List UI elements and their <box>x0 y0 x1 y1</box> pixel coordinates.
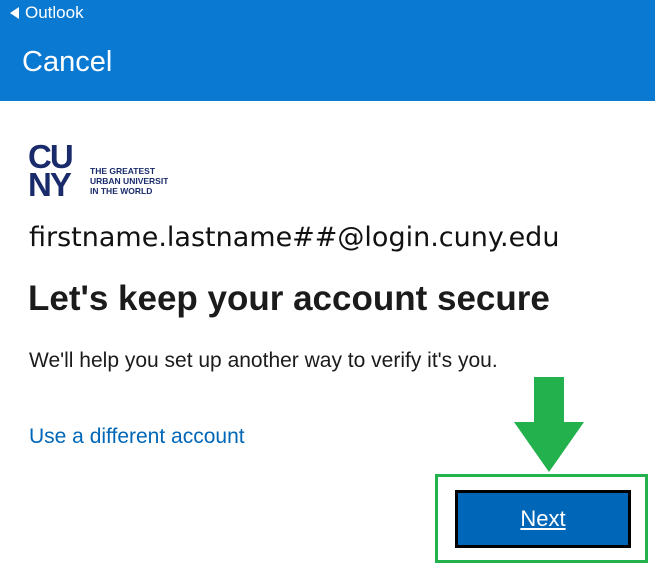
next-button[interactable]: Next <box>455 490 631 548</box>
page-description: We'll help you set up another way to ver… <box>29 349 498 372</box>
cuny-logo: CU NY THE GREATEST URBAN UNIVERSITY IN T… <box>28 140 168 198</box>
logo-tagline-2: URBAN UNIVERSITY <box>90 176 168 186</box>
page-title: Let's keep your account secure <box>28 279 550 318</box>
back-arrow-icon <box>10 7 19 19</box>
use-different-account-link[interactable]: Use a different account <box>29 425 245 449</box>
back-to-outlook-link[interactable]: Outlook <box>10 2 84 24</box>
account-email: firstname.lastname##@login.cuny.edu <box>29 222 560 253</box>
logo-tagline-1: THE GREATEST <box>90 166 156 176</box>
down-arrow-icon <box>514 377 584 472</box>
back-label: Outlook <box>25 3 84 22</box>
cancel-button[interactable]: Cancel <box>22 46 112 79</box>
logo-tagline-3: IN THE WORLD <box>90 186 152 196</box>
logo-brand-bottom: NY <box>28 166 72 198</box>
app-header: Outlook Cancel <box>0 0 655 101</box>
